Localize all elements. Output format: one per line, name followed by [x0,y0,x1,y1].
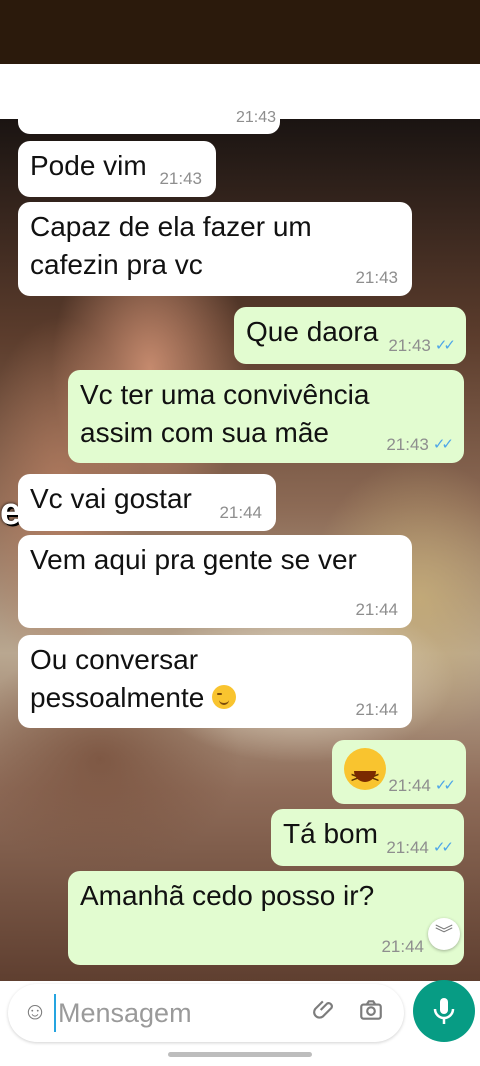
message-line: Vc ter uma convivência [80,379,370,410]
message-bubble-incoming[interactable]: Vem aqui pra gente se ver 21:44 [18,535,412,628]
message-bubble-incoming[interactable]: Pode vim 21:43 [18,141,216,197]
laughing-face-icon: >< [344,748,386,790]
mic-icon [433,998,455,1024]
read-receipt-icon: ✓✓ [432,839,454,856]
message-time: 21:44 [355,600,398,619]
message-time: 21:44 [355,700,398,719]
message-text: Capaz de ela fazer um cafezin pra vc [30,208,312,284]
read-receipt-icon: ✓✓ [434,337,456,354]
message-time: 21:44 [381,937,424,956]
message-meta: 21:44 [219,503,262,523]
message-text: Vem aqui pra gente se ver [30,544,357,575]
message-line: assim com sua mãe [80,417,329,448]
message-meta: 21:44 [355,700,398,720]
message-text: Ou conversar pessoalmente [30,641,237,717]
message-input[interactable] [54,994,304,1032]
emoji-icon[interactable]: ☺ [20,997,50,1027]
message-time: 21:43 [388,336,431,355]
message-meta: 21:43 [159,169,202,189]
message-bubble-incoming[interactable]: Ou conversar pessoalmente 21:44 [18,635,412,728]
message-bubble-outgoing[interactable]: >< 21:44✓✓ [332,740,466,804]
smirking-face-icon [212,685,237,709]
scroll-to-bottom-button[interactable]: ︾ [428,918,460,950]
message-text: Amanhã cedo posso ir? [80,880,375,911]
read-receipt-icon: ✓✓ [434,777,456,794]
message-bubble-incoming[interactable]: Vc vai gostar 21:44 [18,474,276,531]
message-meta: 21:43 ✓✓ [388,336,456,356]
message-line: cafezin pra vc [30,249,203,280]
message-line: Ou conversar [30,644,199,675]
message-line: pessoalmente [30,682,205,713]
message-time: 21:44 [219,503,262,522]
message-line: Capaz de ela fazer um [30,211,312,242]
message-bubble-partial[interactable]: 21:43 [18,100,280,134]
message-composer: ☺ [8,984,404,1042]
double-chevron-down-icon: ︾ [435,924,453,944]
message-text: Que daora [246,316,379,347]
message-time: 21:43 [386,435,429,454]
message-bubble-outgoing[interactable]: Vc ter uma convivência assim com sua mãe… [68,370,464,463]
message-meta: 21:44 ✓✓ [388,776,456,796]
message-meta: 21:43 [355,268,398,288]
message-text: Tá bom [283,818,378,849]
message-time: 21:44 [388,776,431,795]
message-bubble-outgoing[interactable]: Amanhã cedo posso ir? 21:44 [68,871,464,965]
message-time: 21:43 [236,109,277,126]
message-meta: 21:44 ✓✓ [386,838,454,858]
message-meta: 21:44 [355,600,398,620]
read-receipt-icon: ✓✓ [432,436,454,453]
home-indicator[interactable] [168,1052,312,1057]
message-bubble-incoming[interactable]: Capaz de ela fazer um cafezin pra vc 21:… [18,202,412,296]
attach-icon[interactable] [310,997,340,1027]
status-bar [0,0,480,64]
message-text: Vc ter uma convivência assim com sua mãe [80,376,369,452]
message-text: Pode vim [30,150,147,181]
message-time: 21:43 [159,169,202,188]
message-bubble-outgoing[interactable]: Que daora 21:43 ✓✓ [234,307,466,364]
message-time: 21:43 [355,268,398,287]
message-meta: 21:43 ✓✓ [386,435,454,455]
mic-button[interactable] [413,980,475,1042]
camera-icon[interactable] [356,997,386,1027]
message-meta: 21:44 [381,937,424,957]
message-time: 21:44 [386,838,429,857]
message-bubble-outgoing[interactable]: Tá bom 21:44 ✓✓ [271,809,464,866]
message-text: Vc vai gostar [30,483,192,514]
